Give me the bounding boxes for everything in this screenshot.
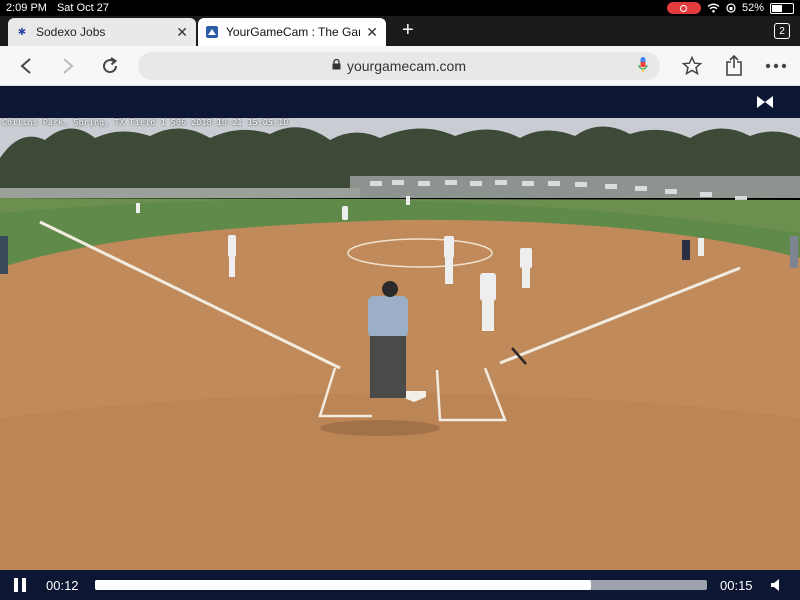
- battery-percent: 52%: [741, 2, 764, 14]
- duration-time: 00:15: [720, 577, 753, 593]
- share-icon[interactable]: [718, 50, 750, 82]
- back-arrow-icon[interactable]: [10, 50, 42, 82]
- camera-overlay-text: Collins Park, Spring, TX Field 1 S06 201…: [2, 118, 289, 127]
- tab-title: Sodexo Jobs: [36, 25, 106, 39]
- close-tab-icon[interactable]: ✕: [176, 24, 188, 41]
- browser-toolbar: yourgamecam.com: [0, 46, 800, 86]
- tab-title: YourGameCam : The Game: [226, 25, 361, 39]
- rotation-lock-icon: [726, 3, 736, 13]
- status-time: 2:09 PM: [6, 2, 47, 14]
- battery-icon: [770, 2, 794, 14]
- wifi-icon: [707, 3, 720, 13]
- tab-count-button[interactable]: 2: [774, 23, 790, 39]
- tab-sodexo-jobs[interactable]: ✱ Sodexo Jobs ✕: [8, 18, 196, 46]
- lock-icon: [332, 58, 341, 73]
- address-bar[interactable]: yourgamecam.com: [138, 52, 660, 80]
- video-controls: 00:12 00:15: [0, 570, 800, 600]
- bookmark-star-icon[interactable]: [676, 50, 708, 82]
- status-bar: 2:09 PM Sat Oct 27 52%: [0, 0, 800, 16]
- video-player[interactable]: Collins Park, Spring, TX Field 1 S06 201…: [0, 118, 800, 570]
- pause-icon[interactable]: [14, 578, 26, 592]
- reload-icon[interactable]: [94, 50, 126, 82]
- volume-icon[interactable]: [770, 578, 782, 595]
- microphone-icon[interactable]: [638, 57, 648, 73]
- video-frame: [0, 118, 800, 570]
- bowtie-logo-icon[interactable]: [756, 94, 774, 115]
- sodexo-star-icon: ✱: [17, 26, 27, 38]
- current-time: 00:12: [46, 577, 79, 593]
- toolbar-right: [676, 50, 792, 82]
- forward-arrow-icon[interactable]: [52, 50, 84, 82]
- progress-bar[interactable]: [95, 580, 707, 590]
- site-header: [0, 86, 800, 118]
- status-date: Sat Oct 27: [56, 2, 109, 14]
- new-tab-button[interactable]: +: [402, 19, 414, 42]
- more-icon[interactable]: [760, 50, 792, 82]
- close-tab-icon[interactable]: ✕: [366, 24, 378, 41]
- progress-played: [95, 580, 591, 590]
- screen-record-icon: [666, 2, 701, 14]
- status-right: 52%: [666, 2, 794, 14]
- tab-bar: ✱ Sodexo Jobs ✕ YourGameCam : The Game ✕…: [0, 16, 800, 46]
- url-text: yourgamecam.com: [346, 58, 467, 74]
- yourgamecam-icon: [206, 26, 218, 38]
- tab-yourgamecam[interactable]: YourGameCam : The Game ✕: [198, 18, 386, 46]
